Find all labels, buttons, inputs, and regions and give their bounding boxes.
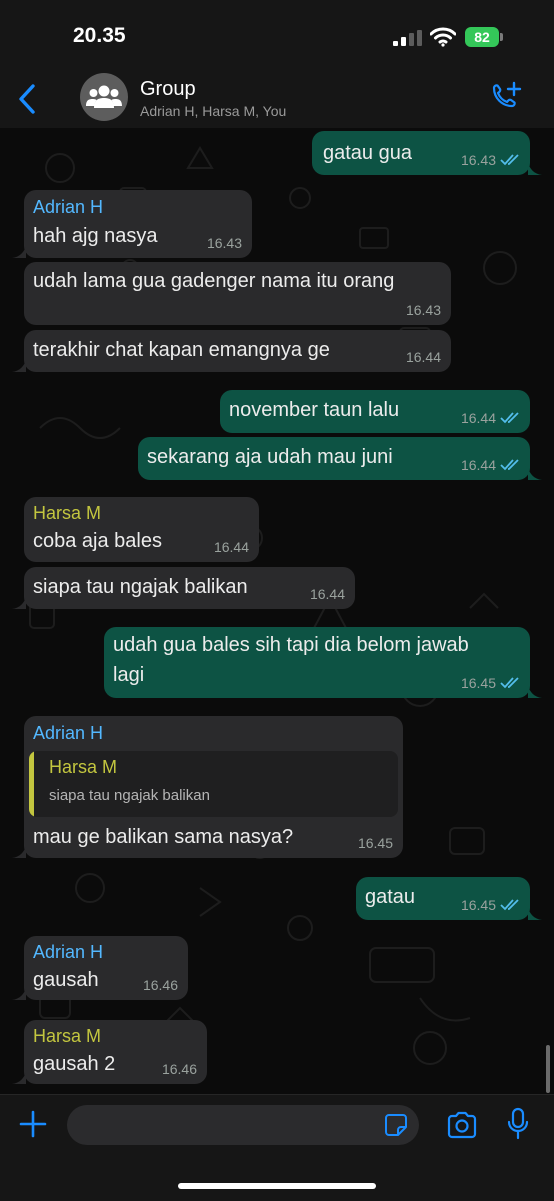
message-list[interactable]: gatau gua 16.43 Adrian H hah ajg nasya 1… [0,128,554,1094]
message-time: 16.43 [206,235,242,251]
sticker-icon[interactable] [384,1113,408,1137]
sender-name: Adrian H [33,197,104,217]
message-text: udah lama gua gadenger nama itu orang [33,270,395,292]
message-time: 16.45 [460,897,496,913]
outgoing-message[interactable]: gatau 16.45 [356,877,530,920]
incoming-message[interactable]: udah lama gua gadenger nama itu orang 16… [24,262,451,325]
message-text: terakhir chat kapan emangnya ge [33,339,330,361]
bubble-tail [12,246,26,258]
message-meta: 16.45 [461,675,520,691]
message-text: siapa tau ngajak balikan [33,576,248,598]
scrollbar[interactable] [546,1045,550,1093]
bubble-tail [528,163,542,175]
composer-bar [0,1094,554,1201]
quoted-text: siapa tau ngajak balikan [49,787,210,804]
read-receipt-icon [500,154,519,166]
message-text-line-2: lagi [113,664,145,686]
wifi-icon [430,27,456,47]
message-time: 16.43 [405,302,441,318]
message-text: gatau gua [323,142,412,164]
chat-header: Group Adrian H, Harsa M, You [0,70,554,129]
bubble-tail [12,846,26,858]
bubble-tail [12,597,26,609]
incoming-message[interactable]: siapa tau ngajak balikan 16.44 [24,567,355,609]
plus-icon[interactable] [18,1109,48,1139]
message-text: gausah 2 [33,1053,116,1075]
camera-icon[interactable] [446,1111,478,1139]
read-receipt-icon [500,459,519,471]
read-receipt-icon [500,899,519,911]
outgoing-message[interactable]: gatau gua 16.43 [312,131,530,175]
incoming-message[interactable]: Adrian H hah ajg nasya 16.43 [24,190,252,258]
cellular-signal-icon [393,30,422,46]
sender-name: Harsa M [33,503,102,523]
message-meta: 16.44 [461,410,520,426]
battery-level: 82 [465,27,499,47]
message-time: 16.45 [460,675,496,691]
read-receipt-icon [500,677,519,689]
message-meta: 16.45 [461,897,520,913]
quote-accent-bar [29,751,34,817]
message-time: 16.44 [213,539,249,555]
message-time: 16.44 [460,410,496,426]
message-text: mau ge balikan sama nasya? [33,826,294,848]
group-avatar[interactable] [80,73,128,121]
message-time: 16.46 [161,1061,197,1077]
bubble-tail [528,908,542,920]
message-time: 16.46 [142,977,178,993]
incoming-message[interactable]: Adrian H gausah 16.46 [24,936,188,1000]
message-text: coba aja bales [33,530,162,552]
message-time: 16.44 [460,457,496,473]
quoted-sender: Harsa M [49,757,118,777]
group-people-icon [86,85,122,108]
bubble-tail [528,468,542,480]
message-time: 16.43 [460,152,496,168]
message-text: hah ajg nasya [33,225,158,247]
outgoing-message[interactable]: udah gua bales sih tapi dia belom jawab … [104,627,530,698]
message-text: gausah [33,969,99,991]
status-time: 20.35 [73,24,126,47]
message-text: november taun lalu [229,399,400,421]
battery-indicator: 82 [465,27,505,47]
message-text-line-1: udah gua bales sih tapi dia belom jawab [113,634,469,656]
bubble-tail [12,360,26,372]
message-time: 16.45 [357,835,393,851]
sender-name: Harsa M [33,1026,102,1046]
message-text: sekarang aja udah mau juni [147,446,393,468]
read-receipt-icon [500,412,519,424]
add-call-icon[interactable] [488,80,524,116]
outgoing-message[interactable]: sekarang aja udah mau juni 16.44 [138,437,530,480]
message-time: 16.44 [405,349,441,365]
message-meta: 16.44 [461,457,520,473]
message-meta: 16.43 [461,152,520,168]
incoming-message[interactable]: Adrian H Harsa M siapa tau ngajak balika… [24,716,403,858]
microphone-icon[interactable] [506,1107,530,1141]
bubble-tail [12,1072,26,1084]
sender-name: Adrian H [33,723,104,743]
message-time: 16.44 [309,586,345,602]
message-text: gatau [365,886,416,908]
incoming-message[interactable]: Harsa M coba aja bales 16.44 [24,497,259,562]
sender-name: Adrian H [33,942,104,962]
status-bar: 20.35 82 [0,0,554,70]
back-chevron-icon[interactable] [14,82,40,116]
outgoing-message[interactable]: november taun lalu 16.44 [220,390,530,433]
home-indicator [178,1183,376,1189]
incoming-message[interactable]: Harsa M gausah 2 16.46 [24,1020,207,1084]
bubble-tail [528,686,542,698]
bubble-tail [12,988,26,1000]
chat-participants[interactable]: Adrian H, Harsa M, You [140,103,286,119]
incoming-message[interactable]: terakhir chat kapan emangnya ge 16.44 [24,330,451,372]
chat-title[interactable]: Group [140,78,196,101]
quoted-message[interactable]: Harsa M siapa tau ngajak balikan [29,751,398,817]
message-input[interactable] [67,1105,419,1145]
